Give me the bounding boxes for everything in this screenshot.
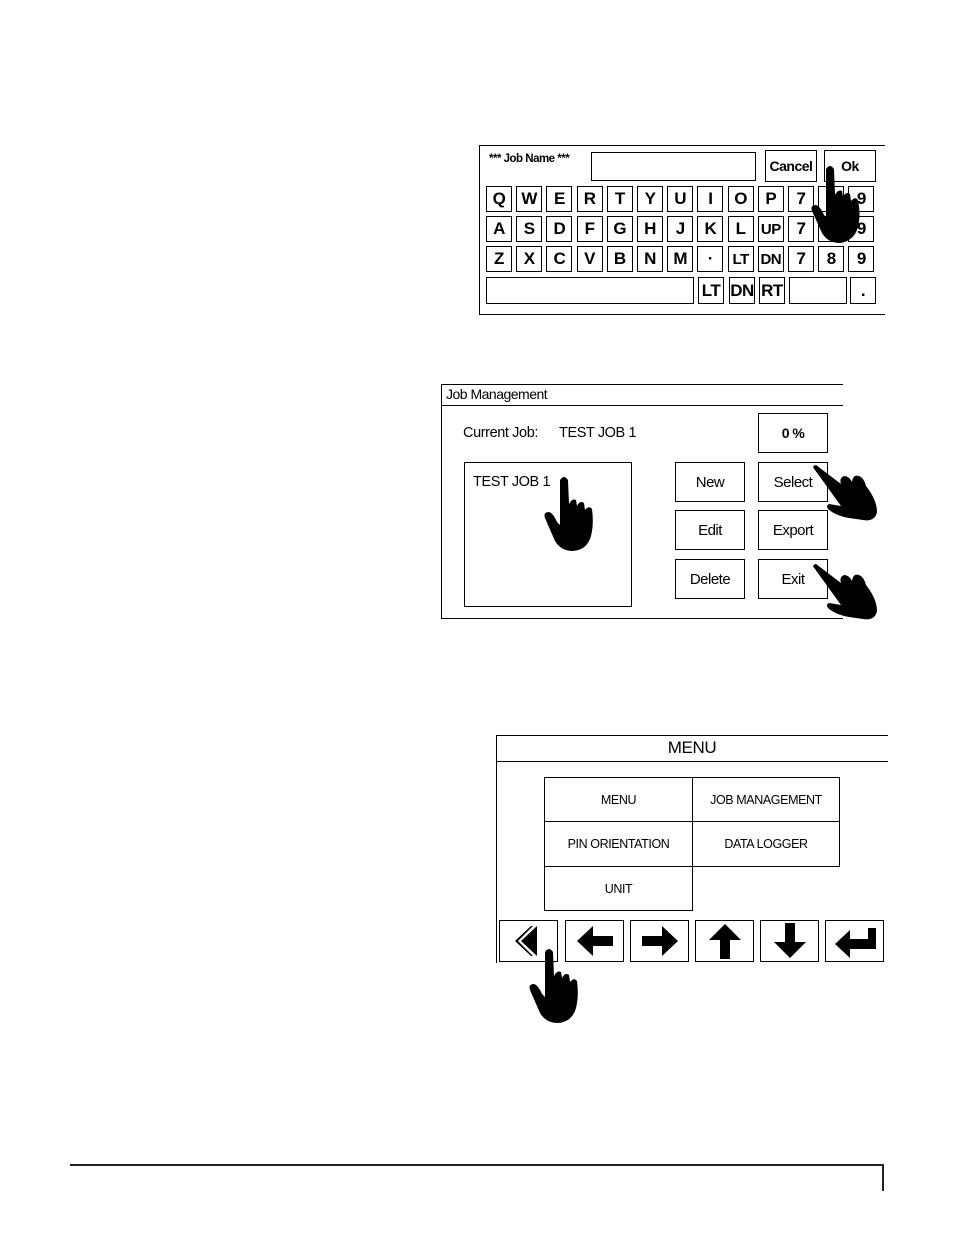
down-arrow-button[interactable] (760, 920, 819, 962)
export-button[interactable]: Export (758, 510, 828, 550)
right-arrow-button[interactable] (630, 920, 689, 962)
key-d[interactable]: D (546, 216, 573, 242)
arrow-left-icon (576, 926, 613, 956)
enter-icon (834, 928, 876, 958)
key-middle-dot[interactable]: · (697, 246, 724, 272)
key-u[interactable]: U (667, 186, 694, 212)
key-n[interactable]: N (637, 246, 663, 272)
key-v[interactable]: V (576, 246, 603, 272)
key-g[interactable]: G (606, 216, 633, 242)
key-p[interactable]: P (757, 186, 784, 212)
job-management-title: Job Management (446, 386, 548, 402)
back-button[interactable] (499, 920, 558, 962)
job-list[interactable]: TEST JOB 1 (464, 462, 632, 607)
key-l[interactable]: L (727, 216, 754, 242)
key-8[interactable]: 8 (818, 186, 845, 212)
key-b[interactable]: B (606, 246, 633, 272)
left-arrow-button[interactable] (565, 920, 624, 962)
delete-button[interactable]: Delete (675, 559, 745, 599)
menu-title: MENU (667, 738, 717, 757)
footer-rule-tick (882, 1164, 884, 1191)
key-e[interactable]: E (546, 186, 573, 212)
arrow-up-icon (708, 924, 741, 959)
enter-button[interactable] (825, 920, 884, 962)
key-dot[interactable]: . (850, 277, 876, 304)
key-a[interactable]: A (486, 216, 512, 242)
current-job-value: TEST JOB 1 (559, 425, 637, 441)
key-9[interactable]: 9 (848, 246, 875, 272)
key-lt[interactable]: LT (727, 246, 754, 272)
ok-button[interactable]: Ok (824, 150, 876, 182)
key-8[interactable]: 8 (818, 216, 845, 242)
key-w[interactable]: W (516, 186, 543, 212)
up-arrow-button[interactable] (695, 920, 754, 962)
key-i[interactable]: I (697, 186, 724, 212)
key-h[interactable]: H (637, 216, 663, 242)
key-dn[interactable]: DN (757, 246, 784, 272)
menu-title-divider (496, 761, 888, 762)
key-f[interactable]: F (576, 216, 603, 242)
key-q[interactable]: Q (486, 186, 512, 212)
key-8[interactable]: 8 (818, 246, 845, 272)
key-o[interactable]: O (727, 186, 754, 212)
key-m[interactable]: M (667, 246, 694, 272)
job-management-title-divider (441, 405, 843, 406)
job-list-item[interactable]: TEST JOB 1 (473, 474, 551, 490)
back-icon (514, 926, 537, 956)
current-job-label: Current Job: (463, 425, 538, 441)
arrow-right-icon (641, 926, 678, 956)
key-9[interactable]: 9 (848, 186, 875, 212)
menu-item-data-logger[interactable]: DATA LOGGER (692, 821, 840, 867)
key-j[interactable]: J (667, 216, 694, 242)
menu-item-unit[interactable]: UNIT (544, 866, 693, 911)
key-dn[interactable]: DN (729, 277, 755, 304)
menu-item-menu[interactable]: MENU (544, 777, 693, 822)
key-y[interactable]: Y (637, 186, 663, 212)
select-button[interactable]: Select (758, 462, 828, 502)
exit-button[interactable]: Exit (758, 559, 828, 599)
job-name-input[interactable] (591, 152, 756, 181)
footer-rule (70, 1164, 884, 1166)
key-s[interactable]: S (516, 216, 543, 242)
key-7[interactable]: 7 (788, 216, 814, 242)
arrow-down-icon (773, 923, 806, 958)
menu-item-pin-orientation[interactable]: PIN ORIENTATION (544, 821, 693, 867)
job-name-label: *** Job Name *** (489, 153, 570, 165)
progress-display: 0 % (758, 413, 828, 453)
key-r[interactable]: R (576, 186, 603, 212)
key-9[interactable]: 9 (848, 216, 875, 242)
key-up[interactable]: UP (757, 216, 784, 242)
cancel-button[interactable]: Cancel (765, 150, 817, 182)
key-rt[interactable]: RT (759, 277, 785, 304)
edit-button[interactable]: Edit (675, 510, 745, 550)
key-k[interactable]: K (697, 216, 724, 242)
new-button[interactable]: New (675, 462, 745, 502)
blank-key[interactable] (789, 277, 847, 304)
space-key[interactable] (486, 277, 694, 304)
key-lt[interactable]: LT (698, 277, 724, 304)
key-x[interactable]: X (516, 246, 543, 272)
menu-item-job-management[interactable]: JOB MANAGEMENT (692, 777, 840, 822)
key-z[interactable]: Z (486, 246, 512, 272)
key-c[interactable]: C (546, 246, 573, 272)
key-t[interactable]: T (606, 186, 633, 212)
key-7[interactable]: 7 (788, 186, 814, 212)
key-7[interactable]: 7 (788, 246, 814, 272)
